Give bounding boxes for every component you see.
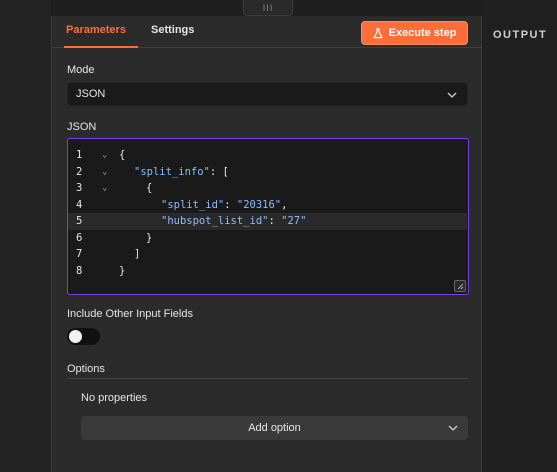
- mode-select[interactable]: JSON: [67, 82, 468, 106]
- json-value: "20316": [236, 198, 282, 211]
- code-text: }: [146, 231, 153, 244]
- panel-drag-handle[interactable]: III: [243, 0, 293, 16]
- toggle-knob: [69, 330, 82, 343]
- code-text: :: [224, 198, 237, 211]
- code-line: 2 ⌄ "split_info": [: [68, 164, 467, 181]
- line-number: 3: [76, 182, 83, 195]
- line-number: 6: [76, 231, 83, 244]
- left-canvas-strip: [0, 0, 51, 472]
- code-text: ,: [281, 198, 288, 211]
- output-panel: OUTPUT: [482, 0, 557, 472]
- code-text: {: [119, 149, 126, 162]
- code-line-active: 5 "hubspot_list_id": "27": [68, 213, 467, 230]
- fold-chevron-icon[interactable]: ⌄: [102, 167, 107, 177]
- add-option-label: Add option: [248, 422, 301, 434]
- code-line: 1 ⌄ {: [68, 147, 467, 164]
- execute-step-button[interactable]: Execute step: [361, 21, 468, 45]
- tab-parameters[interactable]: Parameters: [66, 24, 126, 36]
- flask-icon: [372, 27, 383, 39]
- code-line: 7 ]: [68, 246, 467, 263]
- fold-chevron-icon[interactable]: ⌄: [102, 183, 107, 193]
- line-number: 5: [76, 215, 83, 228]
- fold-chevron-icon[interactable]: ⌄: [102, 150, 107, 160]
- code-line: 8 }: [68, 263, 467, 280]
- json-key: "hubspot_list_id": [161, 215, 269, 228]
- resize-handle-icon[interactable]: [454, 280, 466, 292]
- options-divider: [67, 378, 468, 379]
- drag-handle-grip: III: [262, 2, 274, 13]
- include-other-toggle[interactable]: [67, 328, 100, 345]
- chevron-down-icon: [448, 423, 458, 435]
- code-text: {: [146, 182, 153, 195]
- line-number: 8: [76, 264, 83, 277]
- tab-settings[interactable]: Settings: [151, 24, 194, 36]
- mode-select-value: JSON: [76, 88, 106, 100]
- code-text: : [: [209, 165, 229, 178]
- json-key: "split_id": [161, 198, 225, 211]
- code-text: :: [268, 215, 282, 228]
- panel-tabbar: Parameters Settings Execute step: [52, 16, 482, 48]
- json-value: "27": [281, 215, 307, 228]
- line-number: 1: [76, 149, 83, 162]
- active-tab-indicator: [64, 46, 138, 48]
- code-line: 6 }: [68, 230, 467, 247]
- options-label: Options: [67, 363, 105, 375]
- add-option-select[interactable]: Add option: [81, 416, 468, 440]
- output-title: OUTPUT: [493, 29, 548, 41]
- json-code-editor[interactable]: 1 ⌄ { 2 ⌄ "split_info": [ 3 ⌄ { 4 "split…: [67, 138, 469, 295]
- line-number: 7: [76, 248, 83, 261]
- code-line: 4 "split_id": "20316",: [68, 197, 467, 214]
- line-number: 2: [76, 165, 83, 178]
- line-number: 4: [76, 198, 83, 211]
- json-key: "split_info": [134, 165, 210, 178]
- chevron-down-icon: [447, 90, 457, 102]
- include-other-label: Include Other Input Fields: [67, 308, 193, 320]
- execute-step-label: Execute step: [388, 27, 457, 39]
- code-text: }: [119, 264, 126, 277]
- code-text: ]: [134, 248, 141, 261]
- parameters-panel: Parameters Settings Execute step Mode JS…: [51, 16, 482, 472]
- no-properties-text: No properties: [81, 392, 148, 404]
- json-label: JSON: [67, 121, 97, 133]
- mode-label: Mode: [67, 64, 95, 76]
- code-line: 3 ⌄ {: [68, 180, 467, 197]
